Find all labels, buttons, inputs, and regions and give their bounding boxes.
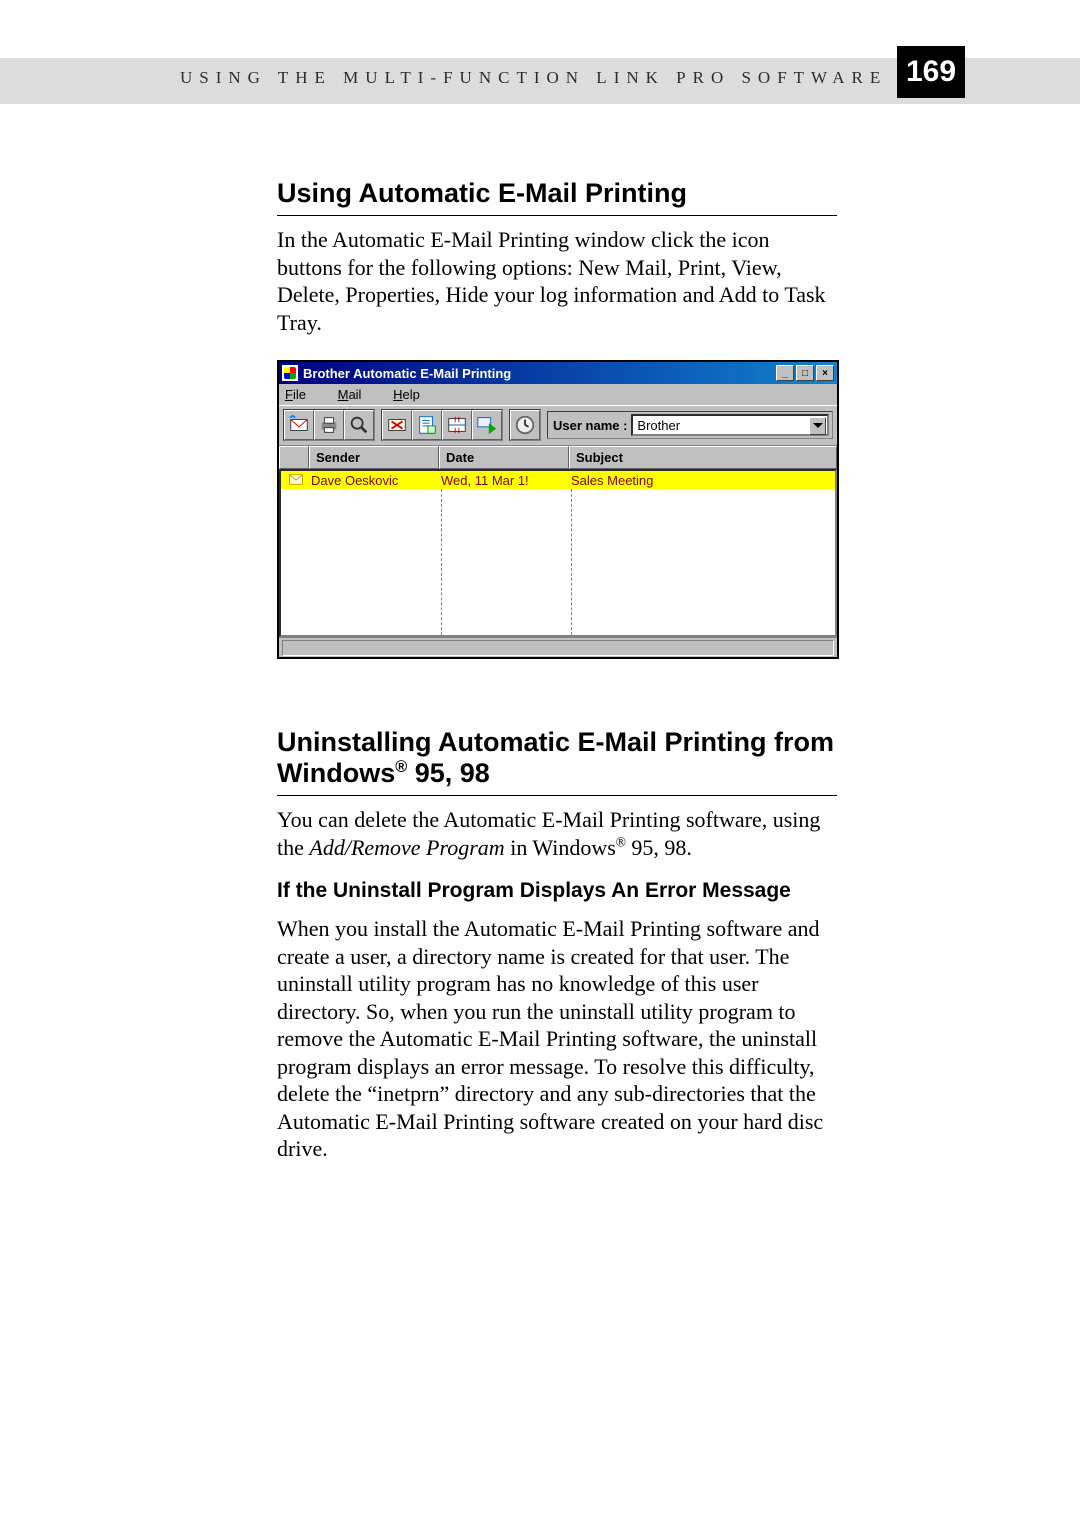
menu-mail[interactable]: Mail bbox=[338, 387, 376, 402]
section-heading-1: Using Automatic E-Mail Printing bbox=[277, 178, 837, 216]
close-button[interactable]: × bbox=[816, 365, 834, 381]
section2-paragraph-2: When you install the Automatic E-Mail Pr… bbox=[277, 915, 837, 1163]
user-selector: User name : Brother bbox=[547, 411, 833, 439]
view-icon[interactable] bbox=[344, 410, 374, 440]
column-divider bbox=[571, 489, 572, 635]
cell-subject: Sales Meeting bbox=[571, 473, 835, 488]
subsection-heading: If the Uninstall Program Displays An Err… bbox=[277, 879, 837, 903]
cell-date: Wed, 11 Mar 1! bbox=[441, 473, 571, 488]
table-row[interactable]: Dave Oeskovic Wed, 11 Mar 1! Sales Meeti… bbox=[281, 471, 835, 489]
user-dropdown[interactable]: Brother bbox=[631, 414, 829, 436]
titlebar: Brother Automatic E-Mail Printing _ □ × bbox=[279, 362, 837, 384]
app-window: Brother Automatic E-Mail Printing _ □ × … bbox=[277, 360, 839, 659]
menu-file[interactable]: File bbox=[285, 387, 320, 402]
menubar: File Mail Help bbox=[279, 384, 837, 405]
hide-log-icon[interactable] bbox=[442, 410, 472, 440]
col-icon[interactable] bbox=[279, 446, 309, 469]
col-sender[interactable]: Sender bbox=[309, 446, 439, 469]
section-heading-2: Uninstalling Automatic E-Mail Printing f… bbox=[277, 727, 837, 796]
window-title: Brother Automatic E-Mail Printing bbox=[303, 366, 511, 381]
user-value: Brother bbox=[637, 418, 680, 433]
menu-help[interactable]: Help bbox=[393, 387, 434, 402]
clock-icon[interactable] bbox=[510, 410, 540, 440]
toolbar: User name : Brother bbox=[279, 405, 837, 445]
cell-sender: Dave Oeskovic bbox=[311, 473, 441, 488]
properties-icon[interactable] bbox=[412, 410, 442, 440]
column-divider bbox=[441, 489, 442, 635]
minimize-button[interactable]: _ bbox=[776, 365, 794, 381]
envelope-icon bbox=[281, 473, 311, 488]
section1-paragraph: In the Automatic E-Mail Printing window … bbox=[277, 226, 837, 336]
page-number: 169 bbox=[897, 46, 965, 98]
col-date[interactable]: Date bbox=[439, 446, 569, 469]
message-list: Dave Oeskovic Wed, 11 Mar 1! Sales Meeti… bbox=[279, 469, 837, 637]
running-title: USING THE MULTI-FUNCTION LINK PRO SOFTWA… bbox=[180, 68, 887, 88]
chevron-down-icon[interactable] bbox=[809, 417, 826, 435]
section2-paragraph: You can delete the Automatic E-Mail Prin… bbox=[277, 806, 837, 861]
statusbar bbox=[279, 637, 837, 657]
col-subject[interactable]: Subject bbox=[569, 446, 837, 469]
column-headers: Sender Date Subject bbox=[279, 445, 837, 469]
delete-icon[interactable] bbox=[382, 410, 412, 440]
maximize-button[interactable]: □ bbox=[796, 365, 814, 381]
print-icon[interactable] bbox=[314, 410, 344, 440]
task-tray-icon[interactable] bbox=[472, 410, 502, 440]
app-icon bbox=[282, 365, 298, 381]
new-mail-icon[interactable] bbox=[284, 410, 314, 440]
user-label: User name : bbox=[553, 418, 627, 433]
